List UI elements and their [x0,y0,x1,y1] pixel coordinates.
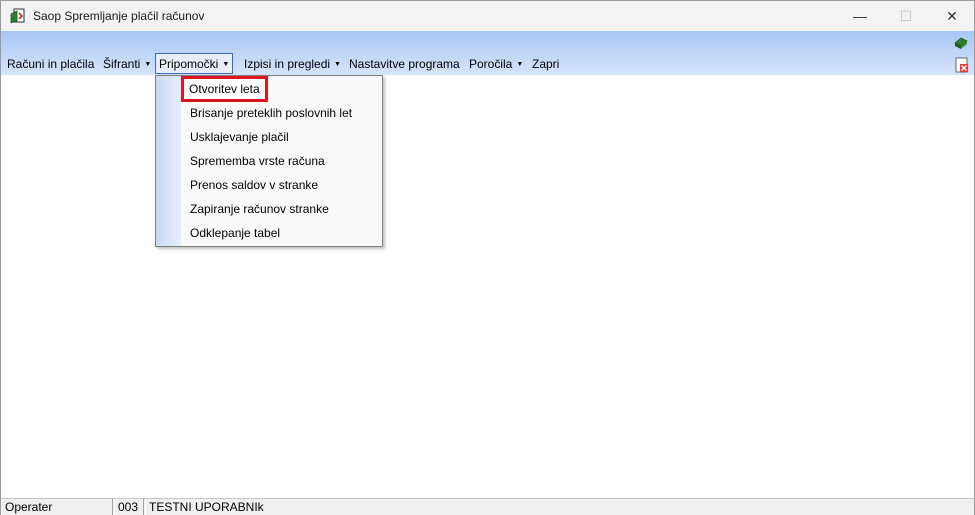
menu-pripomocki[interactable]: Pripomočki ▼ [155,53,234,74]
window-title: Saop Spremljanje plačil računov [33,9,205,23]
title-bar[interactable]: Saop Spremljanje plačil računov — ☐ ✕ [1,1,974,31]
pripomocki-dropdown: Otvoritev leta Brisanje preteklih poslov… [155,75,383,247]
menu-izpisi-in-pregledi[interactable]: Izpisi in pregledi ▼ [242,55,343,73]
menu-label: Pripomočki [159,57,219,71]
status-user-label: Operater [1,499,113,515]
menu-label: Izpisi in pregledi [244,57,331,71]
app-icon [10,8,26,24]
maximize-button[interactable]: ☐ [883,1,929,31]
chevron-down-icon: ▼ [334,61,341,68]
menu-item-zapiranje-racunov-stranke[interactable]: Zapiranje računov stranke [190,199,329,219]
menu-icon-stripe [156,76,181,246]
menu-racuni-in-placila[interactable]: Računi in plačila [5,55,96,73]
status-user-code: 003 [114,499,144,515]
menu-label: Zapri [532,57,560,71]
menu-item-sprememba-vrste-racuna[interactable]: Sprememba vrste računa [190,151,325,171]
menu-item-usklajevanje-placil[interactable]: Usklajevanje plačil [190,127,289,147]
menu-nastavitve-programa[interactable]: Nastavitve programa [347,55,462,73]
menu-item-odklepanje-tabel[interactable]: Odklepanje tabel [190,223,280,243]
menu-item-otvoritev-leta[interactable]: Otvoritev leta [181,76,268,102]
menu-porocila[interactable]: Poročila ▼ [467,55,525,73]
status-user-name: TESTNI UPORABNIk [145,499,974,515]
menu-item-prenos-saldov-v-stranke[interactable]: Prenos saldov v stranke [190,175,318,195]
status-bar: Operater 003 TESTNI UPORABNIk [1,498,974,515]
chevron-down-icon: ▼ [516,61,524,68]
menu-sifranti[interactable]: Šifranti ▼ [101,55,153,73]
menu-label: Nastavitve programa [349,57,460,71]
exit-door-icon[interactable] [953,34,969,50]
menu-label: Poročila [469,57,513,71]
chevron-down-icon: ▼ [144,61,152,68]
minimize-button[interactable]: — [837,1,883,31]
app-window: Saop Spremljanje plačil računov — ☐ ✕ Ra… [0,0,975,515]
close-button[interactable]: ✕ [929,1,975,31]
menu-item-brisanje-preteklih-poslovnih-let[interactable]: Brisanje preteklih poslovnih let [190,103,352,123]
chevron-down-icon: ▼ [222,61,230,68]
menu-bar: Računi in plačila Šifranti ▼ Pripomočki ▼ … [1,31,974,75]
menu-label: Računi in plačila [7,57,95,71]
menu-zapri[interactable]: Zapri [530,55,561,73]
close-document-icon[interactable] [955,57,971,73]
menu-label: Šifranti [103,57,141,71]
